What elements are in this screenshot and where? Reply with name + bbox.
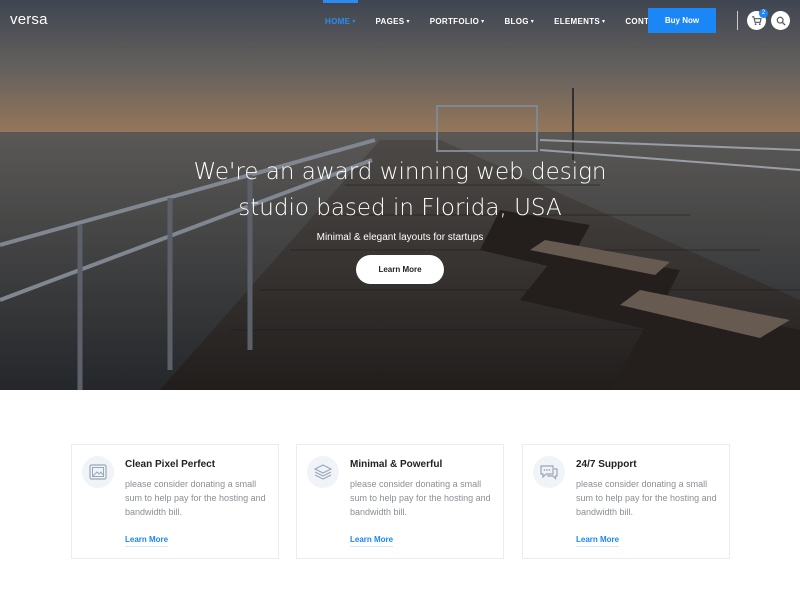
feature-card: Minimal & Powerful please consider donat… [296, 444, 504, 559]
hero-subtitle: Minimal & elegant layouts for startups [316, 232, 484, 243]
caret-down-icon: ▾ [406, 18, 410, 25]
hero-title-line-2: studio based in Florida, USA [238, 195, 562, 221]
nav-item-elements[interactable]: ELEMENTS ▾ [544, 0, 615, 42]
search-button[interactable] [771, 11, 790, 30]
feature-title: Clean Pixel Perfect [125, 459, 216, 470]
cart-count-badge: 2 [759, 9, 768, 18]
feature-description: please consider donating a small sum to … [350, 479, 491, 517]
caret-down-icon: ▾ [481, 18, 485, 25]
feature-title: 24/7 Support [576, 459, 637, 470]
nav-label: BLOG [504, 16, 529, 26]
image-icon [89, 464, 107, 480]
caret-down-icon: ▾ [352, 18, 356, 25]
layers-icon [314, 464, 332, 480]
nav-label: HOME [325, 16, 351, 26]
main-nav: HOME ▾ PAGES ▾ PORTFOLIO ▾ BLOG ▾ ELEMENTS ▾ … [315, 0, 681, 42]
feature-learn-more-link[interactable]: Learn More [125, 535, 169, 547]
search-icon [776, 16, 786, 26]
nav-label: PORTFOLIO [429, 16, 480, 26]
buy-now-button[interactable]: Buy Now [648, 8, 716, 33]
nav-label: PAGES [375, 16, 405, 26]
caret-down-icon: ▾ [602, 18, 606, 25]
feature-description: please consider donating a small sum to … [576, 479, 717, 517]
hero-learn-more-button[interactable]: Learn More [356, 255, 444, 284]
hero-title-line-1: We're an award winning web design [193, 159, 607, 185]
brand-logo[interactable]: versa [10, 11, 48, 28]
feature-card: Clean Pixel Perfect please consider dona… [71, 444, 279, 559]
nav-item-home[interactable]: HOME ▾ [315, 0, 366, 42]
nav-divider [737, 11, 738, 30]
nav-item-blog[interactable]: BLOG ▾ [494, 0, 544, 42]
nav-label: ELEMENTS [554, 16, 601, 26]
feature-title: Minimal & Powerful [350, 459, 443, 470]
feature-description: please consider donating a small sum to … [125, 479, 266, 517]
nav-item-portfolio[interactable]: PORTFOLIO ▾ [420, 0, 495, 42]
feature-learn-more-link[interactable]: Learn More [350, 535, 394, 547]
feature-learn-more-link[interactable]: Learn More [576, 535, 620, 547]
caret-down-icon: ▾ [530, 18, 535, 25]
chat-icon [540, 465, 558, 480]
feature-card: 24/7 Support please consider donating a … [522, 444, 730, 559]
nav-item-pages[interactable]: PAGES ▾ [366, 0, 420, 42]
